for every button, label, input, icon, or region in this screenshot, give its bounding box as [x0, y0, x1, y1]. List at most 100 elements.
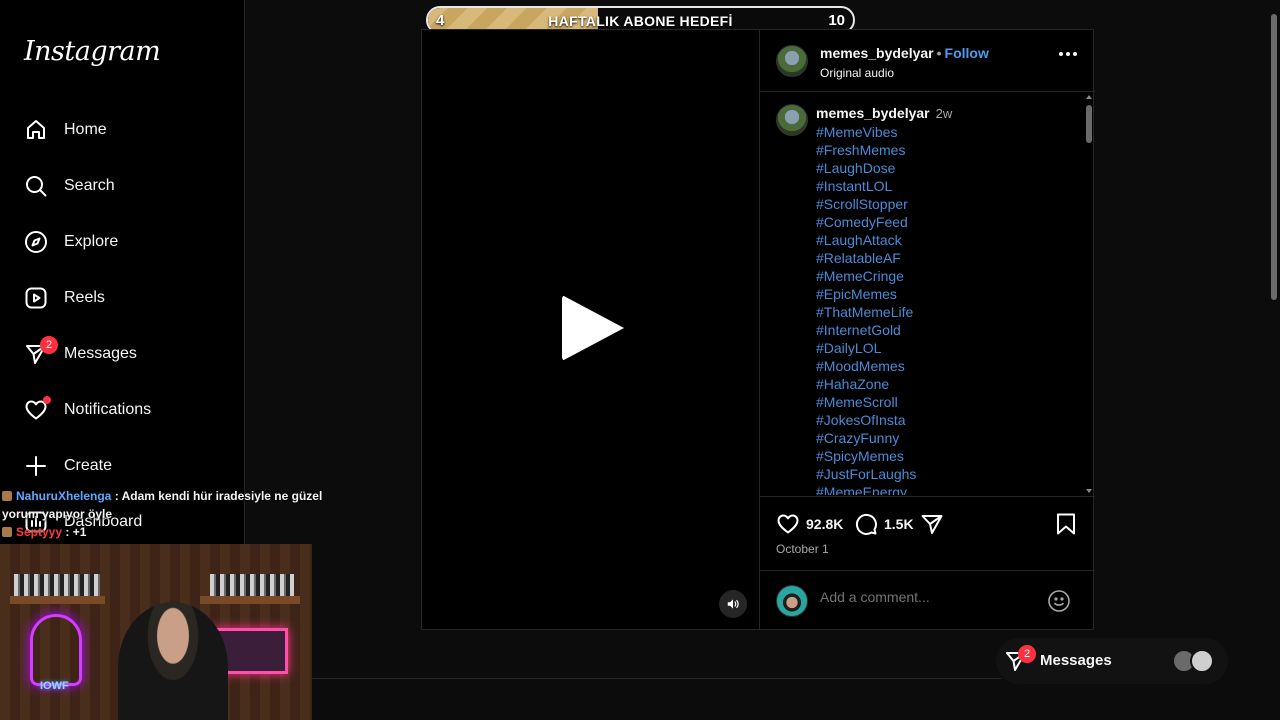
- post-date: October 1: [776, 542, 829, 556]
- sidebar-item-label: Home: [64, 121, 107, 138]
- sidebar-item-label: Reels: [64, 289, 105, 306]
- sidebar-item-create[interactable]: Create: [24, 446, 224, 486]
- post-caption: memes_bydelyar 2w #MemeVibes #FreshMemes #L…: [816, 105, 1076, 495]
- hashtag-link[interactable]: #RelatableAF: [816, 249, 1076, 267]
- author-avatar[interactable]: [776, 45, 808, 77]
- scroll-down-icon[interactable]: [1086, 489, 1092, 493]
- hashtag-link[interactable]: #LaughDose: [816, 159, 1076, 177]
- stream-chat: NahuruXhelenga : Adam kendi hür iradesiy…: [2, 487, 362, 541]
- webcam-books: [14, 574, 100, 596]
- divider: [312, 678, 1002, 679]
- webcam-shelf: [200, 596, 300, 604]
- hashtag-link[interactable]: #JustForLaughs: [816, 465, 1076, 483]
- webcam-shelf: [10, 596, 105, 604]
- sidebar-item-reels[interactable]: Reels: [24, 278, 224, 318]
- hashtag-link[interactable]: #CrazyFunny: [816, 429, 1076, 447]
- mute-button[interactable]: [719, 590, 747, 618]
- more-dot: [1073, 52, 1077, 56]
- hashtag-link[interactable]: #LaughAttack: [816, 231, 1076, 249]
- play-icon[interactable]: [562, 295, 624, 361]
- conversation-avatar: [1190, 649, 1214, 673]
- hashtag-link[interactable]: #InstantLOL: [816, 177, 1076, 195]
- scroll-up-icon[interactable]: [1086, 95, 1092, 99]
- hashtag-link[interactable]: #InternetGold: [816, 321, 1076, 339]
- bookmark-icon: [1057, 513, 1075, 535]
- post-header: memes_bydelyar • Follow Original audio: [760, 30, 1095, 92]
- hashtag-link[interactable]: #MoodMemes: [816, 357, 1076, 375]
- caption-time: 2w: [935, 106, 953, 121]
- sidebar-item-label: Messages: [64, 345, 137, 362]
- sidebar-item-label: Create: [64, 457, 113, 474]
- chat-text: : +1: [65, 525, 87, 539]
- comment-box: [760, 570, 1095, 629]
- current-user-avatar: [776, 585, 808, 617]
- comment-button[interactable]: 1.5K: [854, 512, 914, 536]
- emoji-icon: [1048, 590, 1070, 612]
- sidebar-item-home[interactable]: Home: [24, 110, 224, 150]
- hashtag-link[interactable]: #FreshMemes: [816, 141, 1076, 159]
- hashtag-link[interactable]: #ThatMemeLife: [816, 303, 1076, 321]
- comment-input[interactable]: [820, 589, 1030, 605]
- messages-pill[interactable]: 2 Messages: [996, 638, 1228, 684]
- like-button[interactable]: 92.8K: [776, 512, 843, 536]
- audio-label[interactable]: Original audio: [820, 66, 989, 80]
- messages-pill-icon-wrap: 2: [1004, 645, 1036, 678]
- comments-area[interactable]: memes_bydelyar 2w #MemeVibes #FreshMemes #L…: [760, 93, 1095, 495]
- hashtag-link[interactable]: #MemeVibes: [816, 123, 1076, 141]
- hashtag-link[interactable]: #HahaZone: [816, 375, 1076, 393]
- speaker-icon: [727, 599, 739, 609]
- scroll-thumb[interactable]: [1086, 105, 1092, 143]
- home-icon: [24, 118, 48, 142]
- share-icon: [921, 515, 943, 534]
- hashtag-list: #MemeVibes #FreshMemes #LaughDose #InstantL…: [816, 123, 1076, 495]
- goal-end-value: 10: [828, 12, 845, 29]
- notification-dot: [43, 396, 51, 404]
- webcam-logo: IOWF: [40, 680, 69, 692]
- sidebar-item-notifications[interactable]: Notifications: [24, 390, 224, 430]
- hashtag-link[interactable]: #JokesOfInsta: [816, 411, 1076, 429]
- author-username[interactable]: memes_bydelyar: [820, 45, 934, 61]
- webcam-books: [210, 574, 294, 596]
- streamer: [118, 602, 228, 720]
- hashtag-link[interactable]: #SpicyMemes: [816, 447, 1076, 465]
- hashtag-link[interactable]: #EpicMemes: [816, 285, 1076, 303]
- hashtag-link[interactable]: #MemeCringe: [816, 267, 1076, 285]
- chat-message: NahuruXhelenga : Adam kendi hür iradesiy…: [2, 487, 362, 523]
- sidebar-item-explore[interactable]: Explore: [24, 222, 224, 262]
- post-viewer: memes_bydelyar • Follow Original audio mem…: [421, 29, 1095, 630]
- comment-icon: [855, 513, 877, 535]
- instagram-logo[interactable]: Instagram: [24, 36, 161, 67]
- hashtag-link[interactable]: #ScrollStopper: [816, 195, 1076, 213]
- sidebar-item-search[interactable]: Search: [24, 166, 224, 206]
- comment-count: 1.5K: [884, 516, 914, 532]
- page-scroll-thumb[interactable]: [1271, 14, 1277, 300]
- hashtag-link[interactable]: #MemeScroll: [816, 393, 1076, 411]
- hashtag-link[interactable]: #MemeEnergy: [816, 483, 1076, 495]
- more-options-button[interactable]: [1059, 52, 1077, 56]
- compass-icon: [24, 230, 48, 254]
- like-heart-icon: [777, 514, 799, 534]
- hashtag-link[interactable]: #ComedyFeed: [816, 213, 1076, 231]
- search-icon: [24, 174, 48, 198]
- plus-icon: [24, 454, 48, 478]
- webcam-overlay: IOWF: [0, 544, 312, 720]
- save-button[interactable]: [1055, 512, 1077, 536]
- messages-pill-label: Messages: [1040, 652, 1112, 669]
- follow-button[interactable]: Follow: [945, 45, 989, 61]
- more-dot: [1059, 52, 1063, 56]
- reel-video[interactable]: [422, 30, 759, 629]
- hashtag-link[interactable]: #DailyLOL: [816, 339, 1076, 357]
- sidebar-item-messages[interactable]: 2 Messages: [24, 334, 224, 374]
- reels-icon: [24, 286, 48, 310]
- chat-badge-icon: [2, 491, 12, 501]
- caption-username[interactable]: memes_bydelyar: [816, 105, 930, 121]
- page-scrollbar[interactable]: [1268, 0, 1280, 720]
- comments-scrollbar[interactable]: [1085, 93, 1093, 495]
- emoji-button[interactable]: [1047, 589, 1071, 618]
- caption-avatar[interactable]: [776, 104, 808, 136]
- heart-icon: [24, 396, 51, 422]
- sidebar-item-label: Search: [64, 177, 115, 194]
- messenger-icon: 2: [24, 336, 58, 366]
- share-button[interactable]: [920, 512, 944, 536]
- separator-dot: •: [936, 45, 942, 61]
